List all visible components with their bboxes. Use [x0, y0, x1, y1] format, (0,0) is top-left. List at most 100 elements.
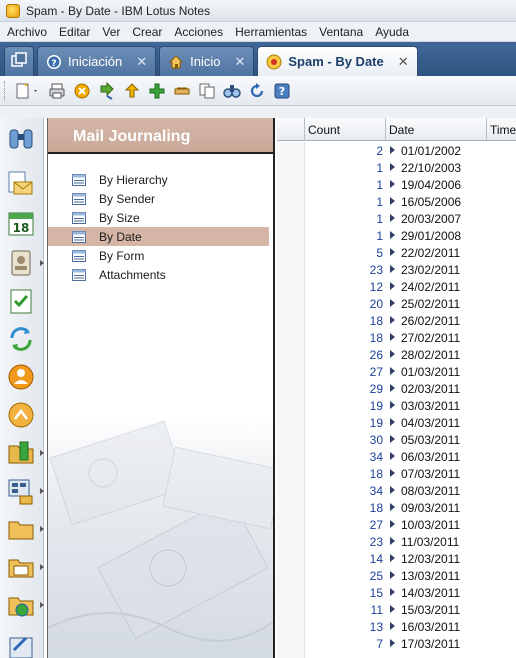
nav-item-by-sender[interactable]: By Sender	[48, 189, 269, 208]
tab-inicio[interactable]: Inicio ✕	[159, 46, 255, 76]
refresh-icon[interactable]	[246, 80, 268, 102]
category-row[interactable]: 15 14/03/2011	[277, 584, 516, 601]
expand-twisty-icon[interactable]	[390, 180, 395, 188]
internet-folder-icon[interactable]	[4, 588, 44, 622]
bookmark-folder-icon[interactable]	[4, 436, 44, 470]
menu-acciones[interactable]: Acciones	[169, 25, 228, 39]
nav-item-by-date[interactable]: By Date	[48, 227, 269, 246]
column-header-time[interactable]: Time	[486, 118, 516, 141]
expand-twisty-icon[interactable]	[390, 571, 395, 579]
category-row[interactable]: 26 28/02/2011	[277, 346, 516, 363]
category-row[interactable]: 12 24/02/2011	[277, 278, 516, 295]
applications-folder-icon[interactable]	[4, 550, 44, 584]
expand-twisty-icon[interactable]	[390, 537, 395, 545]
category-row[interactable]: 14 12/03/2011	[277, 550, 516, 567]
menu-archivo[interactable]: Archivo	[2, 25, 52, 39]
expand-twisty-icon[interactable]	[390, 265, 395, 273]
column-header-count[interactable]: Count	[304, 118, 386, 141]
category-row[interactable]: 30 05/03/2011	[277, 431, 516, 448]
close-icon[interactable]: ✕	[234, 54, 245, 70]
contacts-icon[interactable]	[4, 246, 44, 280]
category-row[interactable]: 25 13/03/2011	[277, 567, 516, 584]
todo-icon[interactable]	[4, 284, 38, 318]
expand-twisty-icon[interactable]	[390, 520, 395, 528]
category-row[interactable]: 19 03/03/2011	[277, 397, 516, 414]
category-row[interactable]: 19 04/03/2011	[277, 414, 516, 431]
new-document-button[interactable]	[13, 80, 43, 102]
folder-icon[interactable]	[4, 512, 44, 546]
copy-icon[interactable]	[196, 80, 218, 102]
menu-herramientas[interactable]: Herramientas	[230, 25, 312, 39]
expand-twisty-icon[interactable]	[390, 401, 395, 409]
expand-twisty-icon[interactable]	[390, 418, 395, 426]
expand-twisty-icon[interactable]	[390, 503, 395, 511]
calendar-icon[interactable]: 18	[4, 206, 38, 240]
category-row[interactable]: 20 25/02/2011	[277, 295, 516, 312]
menu-ver[interactable]: Ver	[97, 25, 125, 39]
expand-twisty-icon[interactable]	[390, 384, 395, 392]
expand-twisty-icon[interactable]	[390, 639, 395, 647]
notes-icon[interactable]	[4, 628, 38, 658]
expand-twisty-icon[interactable]	[390, 605, 395, 613]
menu-crear[interactable]: Crear	[127, 25, 167, 39]
nav-item-attachments[interactable]: Attachments	[48, 265, 269, 284]
close-icon[interactable]: ✕	[136, 54, 147, 70]
category-row[interactable]: 18 09/03/2011	[277, 499, 516, 516]
category-row[interactable]: 7 17/03/2011	[277, 635, 516, 652]
category-row[interactable]: 1 19/04/2006	[277, 176, 516, 193]
tab-iniciacion[interactable]: ? Iniciación ✕	[37, 46, 157, 76]
mail-icon[interactable]	[4, 166, 38, 200]
close-icon[interactable]: ✕	[398, 54, 409, 70]
tab-spam-by-date[interactable]: Spam - By Date ✕	[257, 46, 418, 76]
menu-ventana[interactable]: Ventana	[314, 25, 368, 39]
navigate-next-icon[interactable]	[96, 80, 118, 102]
workspace-icon[interactable]	[4, 474, 44, 508]
category-row[interactable]: 29 02/03/2011	[277, 380, 516, 397]
category-row[interactable]: 27 01/03/2011	[277, 363, 516, 380]
category-row[interactable]: 27 10/03/2011	[277, 516, 516, 533]
sametime-contacts-icon[interactable]	[4, 360, 38, 394]
expand-twisty-icon[interactable]	[390, 367, 395, 375]
replicator-icon[interactable]	[4, 322, 38, 356]
expand-twisty-icon[interactable]	[390, 197, 395, 205]
expand-twisty-icon[interactable]	[390, 316, 395, 324]
category-row[interactable]: 34 06/03/2011	[277, 448, 516, 465]
expand-twisty-icon[interactable]	[390, 333, 395, 341]
menu-editar[interactable]: Editar	[54, 25, 95, 39]
category-row[interactable]: 23 23/02/2011	[277, 261, 516, 278]
binoculars-icon[interactable]	[4, 122, 38, 156]
category-row[interactable]: 1 16/05/2006	[277, 193, 516, 210]
category-row[interactable]: 11 15/03/2011	[277, 601, 516, 618]
category-row[interactable]: 34 08/03/2011	[277, 482, 516, 499]
expand-twisty-icon[interactable]	[390, 214, 395, 222]
expand-twisty-icon[interactable]	[390, 282, 395, 290]
nav-item-by-hierarchy[interactable]: By Hierarchy	[48, 170, 269, 189]
expand-twisty-icon[interactable]	[390, 248, 395, 256]
expand-twisty-icon[interactable]	[390, 622, 395, 630]
category-row[interactable]: 18 07/03/2011	[277, 465, 516, 482]
category-row[interactable]: 5 22/02/2011	[277, 244, 516, 261]
expand-twisty-icon[interactable]	[390, 588, 395, 596]
category-row[interactable]: 18 26/02/2011	[277, 312, 516, 329]
expand-twisty-icon[interactable]	[390, 554, 395, 562]
category-row[interactable]: 2 01/01/2002	[277, 142, 516, 159]
expand-twisty-icon[interactable]	[390, 146, 395, 154]
expand-twisty-icon[interactable]	[390, 452, 395, 460]
toolbar-grip[interactable]	[4, 80, 7, 101]
print-icon[interactable]	[46, 80, 68, 102]
menu-ayuda[interactable]: Ayuda	[370, 25, 414, 39]
navigate-up-icon[interactable]	[121, 80, 143, 102]
column-header-date[interactable]: Date	[385, 118, 487, 141]
category-row[interactable]: 23 11/03/2011	[277, 533, 516, 550]
category-row[interactable]: 1 20/03/2007	[277, 210, 516, 227]
activities-icon[interactable]	[4, 398, 38, 432]
expand-twisty-icon[interactable]	[390, 486, 395, 494]
category-row[interactable]: 13 16/03/2011	[277, 618, 516, 635]
move-to-folder-icon[interactable]	[171, 80, 193, 102]
expand-twisty-icon[interactable]	[390, 299, 395, 307]
category-row[interactable]: 18 27/02/2011	[277, 329, 516, 346]
search-icon[interactable]	[221, 80, 243, 102]
nav-item-by-form[interactable]: By Form	[48, 246, 269, 265]
category-row[interactable]: 1 22/10/2003	[277, 159, 516, 176]
expand-twisty-icon[interactable]	[390, 469, 395, 477]
